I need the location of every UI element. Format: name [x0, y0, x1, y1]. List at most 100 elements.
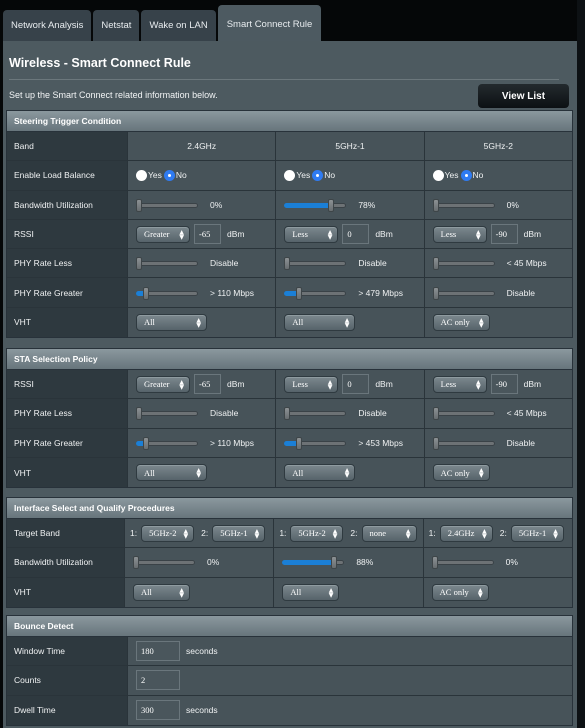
vht-select[interactable]: All ▲ ▼	[133, 583, 190, 601]
radio-no[interactable]: No	[460, 169, 483, 181]
vht-select[interactable]: All ▲ ▼	[284, 464, 356, 482]
phy-greater-slider[interactable]	[136, 286, 198, 300]
radio-yes[interactable]: Yes	[136, 169, 162, 181]
load-balance-cell: Yes No	[423, 161, 572, 190]
bandwidth-value: 88%	[356, 557, 374, 568]
bandwidth-slider[interactable]	[136, 198, 198, 212]
tab-smart-connect-rule[interactable]: Smart Connect Rule	[217, 5, 322, 41]
view-list-button[interactable]: View List	[478, 84, 569, 108]
interface-select-section: Interface Select and Qualify Procedures …	[6, 497, 573, 608]
phy-less-slider[interactable]	[136, 407, 198, 421]
target-band-2-select[interactable]: 5GHz-1 ▲ ▼	[212, 524, 266, 542]
select-value: 2.4GHz	[447, 528, 475, 539]
slider-thumb[interactable]	[284, 407, 291, 421]
slider-track	[431, 560, 494, 566]
phy-less-slider[interactable]	[432, 257, 495, 271]
counts-input[interactable]: 2	[136, 670, 180, 691]
phy-greater-slider[interactable]	[432, 286, 495, 300]
slider-thumb[interactable]	[133, 556, 139, 570]
bandwidth-slider[interactable]	[431, 556, 494, 570]
page-title: Wireless - Smart Connect Rule	[9, 56, 191, 70]
tab-wake-on-lan[interactable]: Wake on LAN	[141, 10, 216, 41]
vht-select[interactable]: All ▲ ▼	[136, 464, 207, 482]
bandwidth-slider[interactable]	[284, 198, 347, 212]
slider-thumb[interactable]	[136, 407, 142, 421]
slider-thumb[interactable]	[296, 436, 303, 450]
bounce-detect-section: Bounce Detect Window Time 180 seconds Co…	[6, 615, 573, 726]
target-band-1-select[interactable]: 2.4GHz ▲ ▼	[439, 524, 493, 542]
rssi-value-input[interactable]: -65	[194, 224, 221, 245]
select-value: All	[144, 467, 155, 478]
phy-greater-slider[interactable]	[284, 286, 347, 300]
bandwidth-slider[interactable]	[432, 198, 495, 212]
slider-thumb[interactable]	[328, 198, 335, 212]
target-band-1-select[interactable]: 5GHz-2 ▲ ▼	[141, 524, 195, 542]
slider-thumb[interactable]	[284, 257, 291, 271]
slider-thumb[interactable]	[431, 556, 438, 570]
tab-network-analysis[interactable]: Network Analysis	[3, 10, 92, 41]
rssi-operator-select[interactable]: Less ▲ ▼	[432, 375, 487, 393]
tab-netstat[interactable]: Netstat	[93, 10, 140, 41]
phy-greater-slider[interactable]	[284, 436, 347, 450]
rssi-cell: Less ▲ ▼ 0 dBm	[275, 370, 424, 399]
rssi-value-input[interactable]: -90	[490, 374, 518, 395]
phy-less-slider[interactable]	[136, 257, 198, 271]
updown-arrows-icon: ▲ ▼	[478, 586, 483, 599]
rssi-operator-select[interactable]: Greater ▲ ▼	[136, 225, 190, 243]
phy-rate-greater-cell: > 453 Mbps	[275, 428, 424, 457]
vht-select[interactable]: All ▲ ▼	[284, 313, 356, 331]
rssi-operator-select[interactable]: Less ▲ ▼	[284, 225, 339, 243]
vht-select[interactable]: All ▲ ▼	[136, 313, 207, 331]
rssi-value-input[interactable]: -90	[490, 224, 518, 245]
slider-track	[432, 440, 495, 446]
radio-no[interactable]: No	[163, 169, 187, 181]
phy-greater-slider[interactable]	[432, 436, 495, 450]
vht-row: VHT All ▲ ▼ All ▲ ▼ AC only ▲ ▼	[7, 457, 572, 488]
slider-thumb[interactable]	[432, 286, 439, 300]
row-label: Bandwidth Utilization	[7, 548, 124, 577]
slider-thumb[interactable]	[143, 436, 149, 450]
rssi-value-input[interactable]: -65	[194, 374, 221, 395]
bandwidth-slider[interactable]	[133, 556, 195, 570]
target-band-2-select[interactable]: none ▲ ▼	[361, 524, 417, 542]
slider-thumb[interactable]	[432, 198, 439, 212]
slider-thumb[interactable]	[296, 286, 303, 300]
slider-thumb[interactable]	[136, 257, 142, 271]
rssi-operator-select[interactable]: Less ▲ ▼	[432, 225, 487, 243]
phy-less-slider[interactable]	[284, 257, 347, 271]
window-time-input[interactable]: 180	[136, 641, 180, 662]
slider-thumb[interactable]	[432, 407, 439, 421]
slider-thumb[interactable]	[143, 286, 149, 300]
radio-yes[interactable]: Yes	[284, 169, 310, 181]
vht-select[interactable]: AC only ▲ ▼	[432, 313, 490, 331]
target-1-label: 1:	[279, 528, 287, 539]
rssi-operator-select[interactable]: Greater ▲ ▼	[136, 375, 190, 393]
row-label: Dwell Time	[7, 695, 127, 725]
slider-thumb[interactable]	[136, 198, 142, 212]
dwell-time-input[interactable]: 300	[136, 700, 180, 721]
target-2-label: 2:	[201, 528, 209, 539]
target-2-label: 2:	[350, 528, 358, 539]
phy-rate-greater-cell: > 479 Mbps	[275, 278, 424, 307]
slider-thumb[interactable]	[432, 436, 439, 450]
slider-thumb[interactable]	[331, 556, 338, 570]
target-band-1-select[interactable]: 5GHz-2 ▲ ▼	[290, 524, 344, 542]
bandwidth-cell: 0%	[422, 548, 572, 577]
rssi-operator-select[interactable]: Less ▲ ▼	[284, 375, 339, 393]
rssi-value-input[interactable]: 0	[342, 374, 370, 395]
radio-yes[interactable]: Yes	[432, 169, 459, 181]
radio-no[interactable]: No	[312, 169, 335, 181]
phy-less-slider[interactable]	[432, 407, 495, 421]
bandwidth-value: 0%	[210, 199, 223, 210]
vht-select[interactable]: AC only ▲ ▼	[432, 464, 490, 482]
phy-greater-value: > 453 Mbps	[358, 437, 403, 448]
phy-less-value: Disable	[358, 408, 387, 419]
vht-select[interactable]: AC only ▲ ▼	[431, 583, 489, 601]
target-band-2-select[interactable]: 5GHz-1 ▲ ▼	[510, 524, 564, 542]
bandwidth-slider[interactable]	[282, 556, 345, 570]
rssi-value-input[interactable]: 0	[342, 224, 370, 245]
phy-greater-slider[interactable]	[136, 436, 198, 450]
slider-thumb[interactable]	[432, 257, 439, 271]
vht-select[interactable]: All ▲ ▼	[282, 583, 340, 601]
phy-less-slider[interactable]	[284, 407, 347, 421]
